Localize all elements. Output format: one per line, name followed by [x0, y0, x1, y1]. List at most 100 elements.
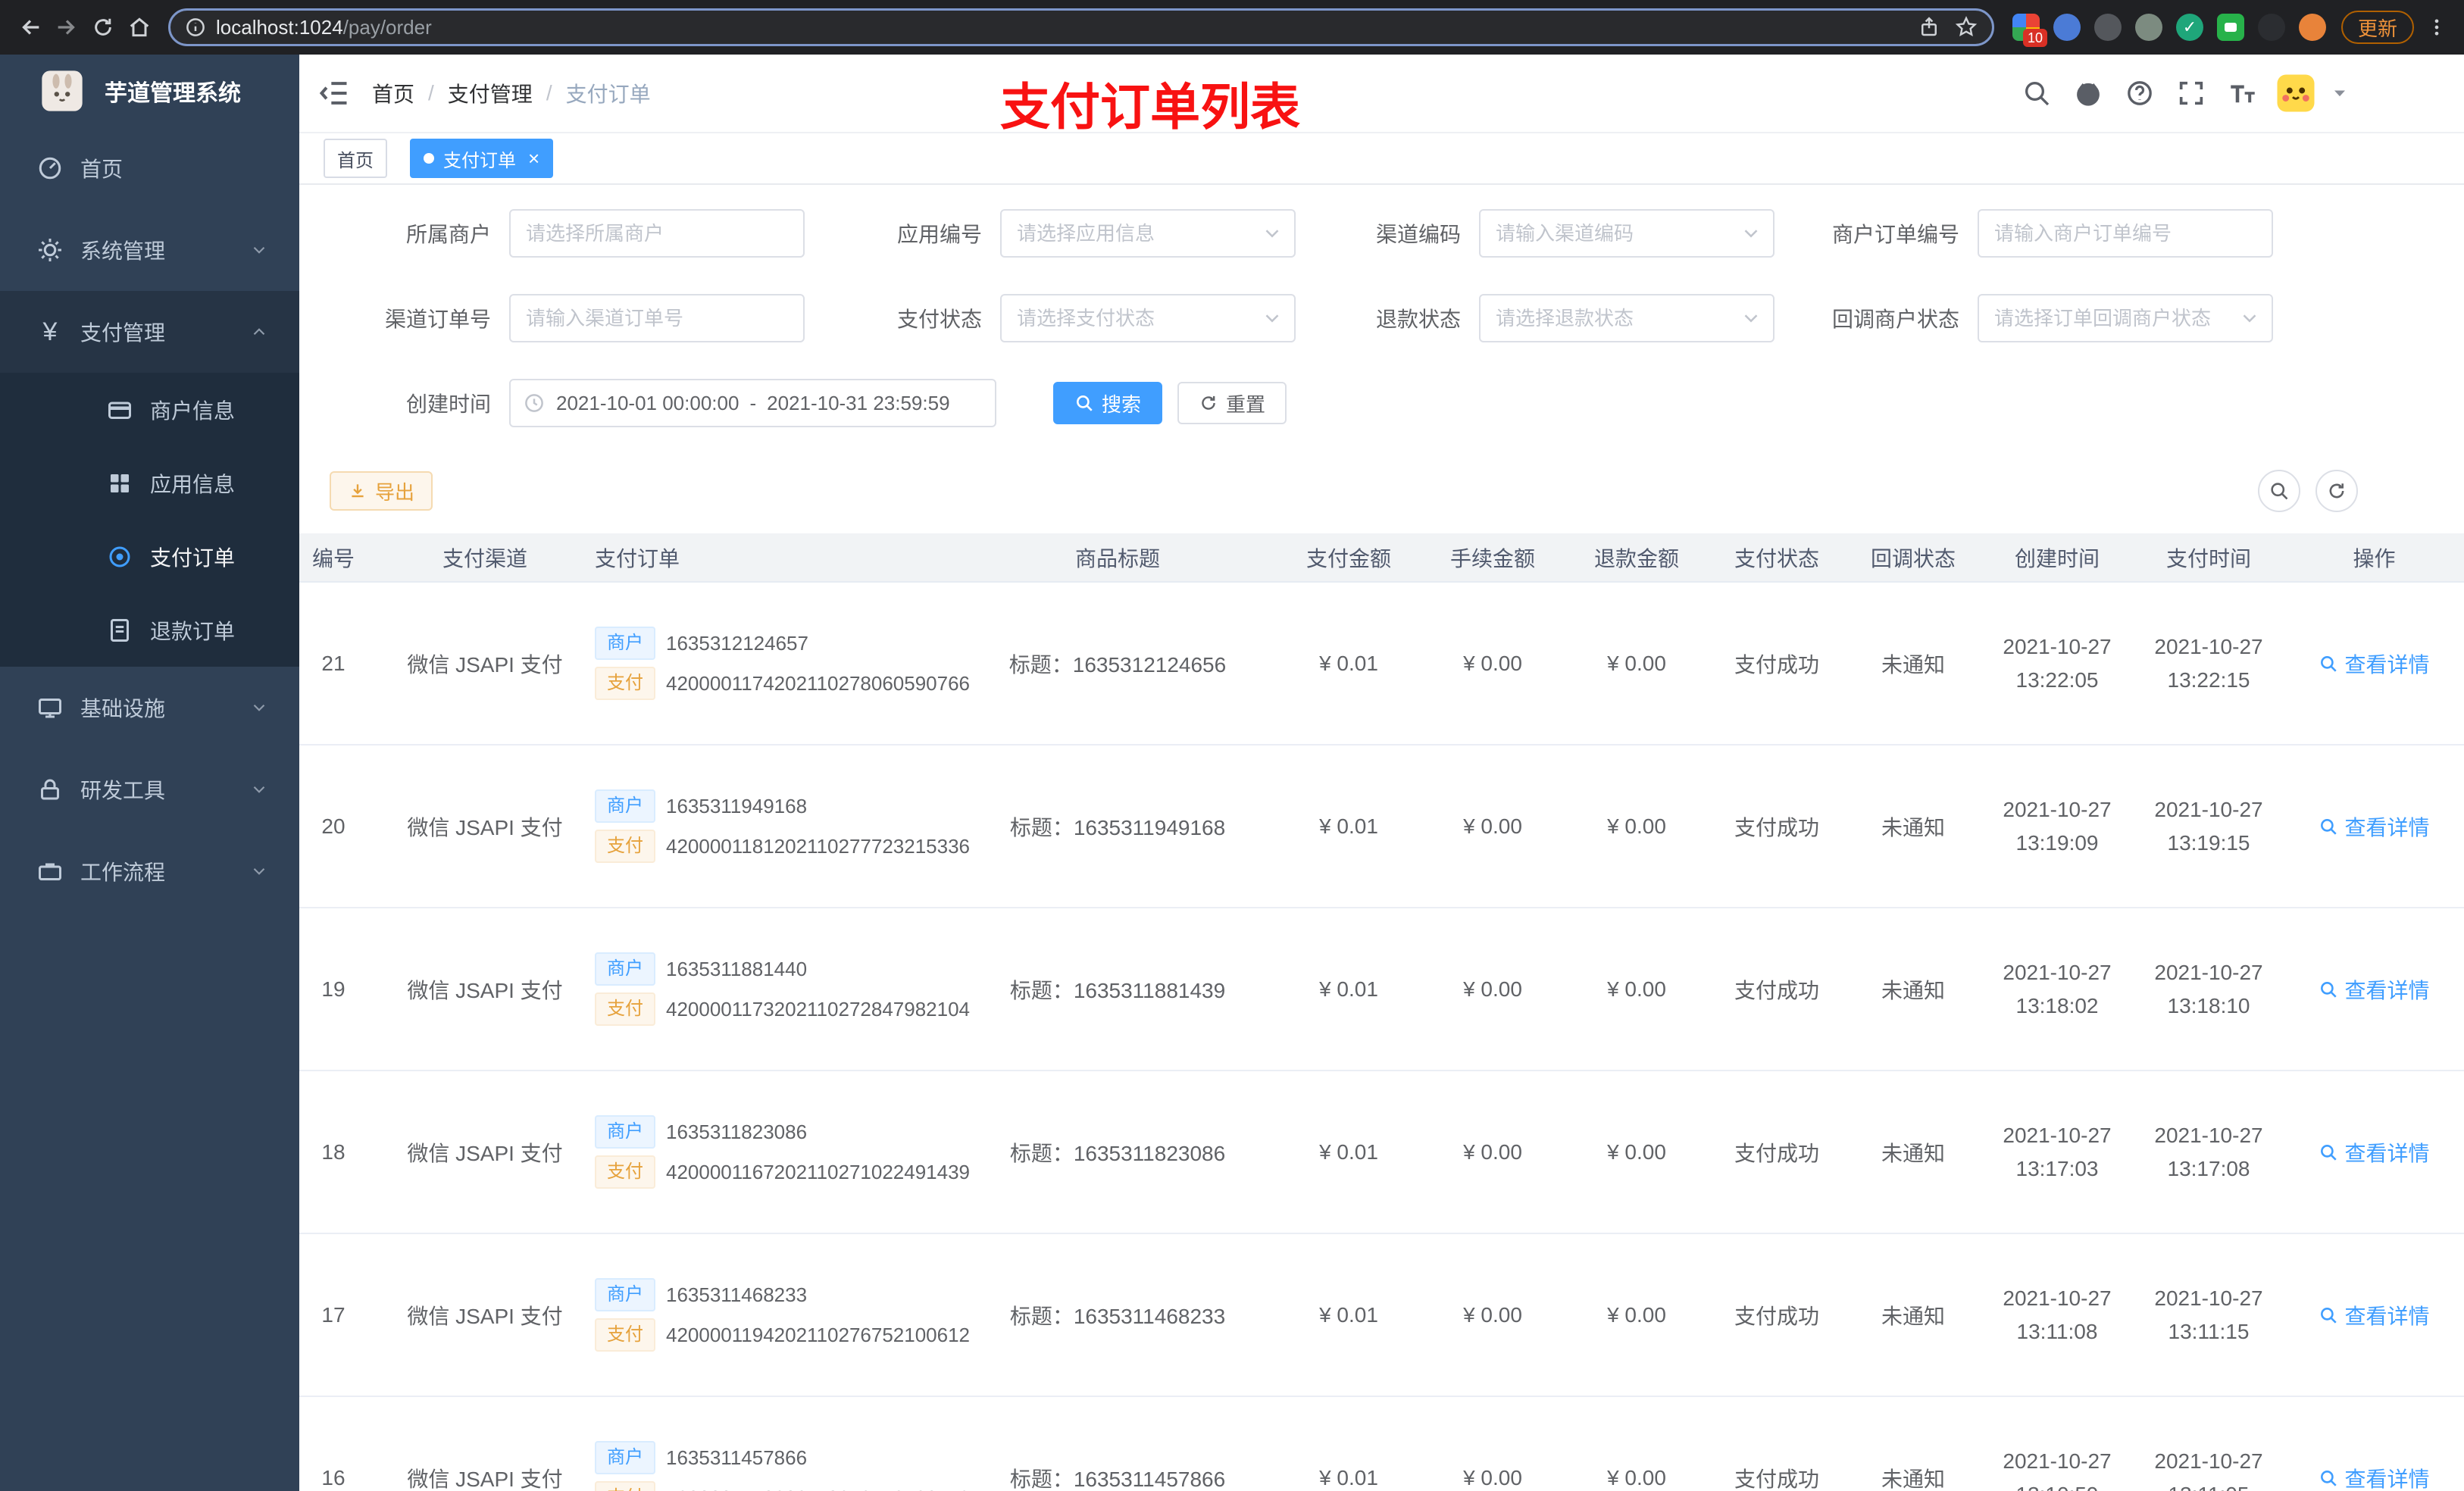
- chevron-down-icon: [253, 786, 265, 793]
- tab-home[interactable]: 首页: [324, 139, 387, 178]
- extension-icon[interactable]: [2298, 14, 2326, 41]
- app-select[interactable]: [1000, 209, 1296, 258]
- sidebar-item-dev-tools[interactable]: 研发工具: [0, 749, 299, 830]
- merchant-input[interactable]: [509, 209, 805, 258]
- collapse-sidebar-icon[interactable]: [317, 77, 351, 110]
- browser-forward-button[interactable]: [48, 9, 85, 45]
- pay-tag: 支付: [595, 1318, 655, 1352]
- close-tab-icon[interactable]: ×: [528, 148, 539, 168]
- channel-order-no-input[interactable]: [509, 294, 805, 342]
- col-header-fee: 手续金额: [1421, 533, 1565, 583]
- refresh-icon: [1202, 395, 1215, 410]
- merchant-order-no: 1635312124657: [666, 631, 808, 655]
- chevron-down-icon: [253, 246, 265, 254]
- create-time: 2021-10-27 13:17:03: [1981, 1071, 2133, 1234]
- extension-icon[interactable]: 10: [2012, 14, 2047, 47]
- export-button[interactable]: 导出: [330, 471, 433, 511]
- merchant-order-no: 1635311468233: [666, 1283, 808, 1306]
- extension-icon[interactable]: [2257, 14, 2285, 41]
- help-icon[interactable]: [2120, 73, 2159, 113]
- app-logo[interactable]: 芋道管理系统: [0, 55, 299, 127]
- view-detail-link[interactable]: 查看详情: [2319, 649, 2430, 679]
- col-header-status: 支付状态: [1709, 533, 1845, 583]
- chevron-up-icon: [253, 328, 265, 336]
- filter-label-merchant-order-no: 商户订单编号: [1831, 223, 1959, 246]
- refund-amount: ¥ 0.00: [1565, 1071, 1709, 1234]
- target-icon: [109, 546, 130, 567]
- view-detail-link[interactable]: 查看详情: [2319, 974, 2430, 1005]
- user-avatar[interactable]: [2275, 72, 2317, 114]
- browser-reload-button[interactable]: [85, 9, 121, 45]
- pay-status-select[interactable]: [1000, 294, 1296, 342]
- breadcrumb-home[interactable]: 首页: [372, 78, 414, 108]
- share-icon[interactable]: [1918, 16, 1940, 39]
- sidebar-item-payment[interactable]: ¥ 支付管理: [0, 291, 299, 373]
- merchant-tag: 商户: [595, 627, 655, 660]
- extension-icon[interactable]: ✓: [2175, 14, 2203, 41]
- pay-tag: 支付: [595, 667, 655, 700]
- sidebar-item-app-info[interactable]: 应用信息: [0, 446, 299, 520]
- merchant-tag: 商户: [595, 789, 655, 823]
- search-icon[interactable]: [2017, 73, 2056, 113]
- product-title: 标题：1635311949168: [958, 745, 1277, 908]
- github-icon[interactable]: [2068, 73, 2108, 113]
- briefcase-icon: [39, 863, 61, 880]
- sidebar-item-pay-order[interactable]: 支付订单: [0, 520, 299, 593]
- refund-status-select[interactable]: [1479, 294, 1775, 342]
- fullscreen-icon[interactable]: [2172, 73, 2211, 113]
- breadcrumb-pay[interactable]: 支付管理: [448, 78, 533, 108]
- pay-order-cell: 商户 1635311457866 支付 4200001159202110273152…: [580, 1396, 970, 1491]
- refund-amount: ¥ 0.00: [1565, 1396, 1709, 1491]
- pay-order-cell: 商户 1635311823086 支付 4200001167202110271022…: [580, 1071, 970, 1234]
- logo-image: [42, 70, 83, 111]
- order-id: 20: [299, 745, 390, 908]
- sidebar-item-merchant-info[interactable]: 商户信息: [0, 373, 299, 446]
- sidebar-item-home[interactable]: 首页: [0, 127, 299, 209]
- search-button[interactable]: 搜索: [1053, 382, 1163, 424]
- chevron-down-icon[interactable]: [2329, 83, 2350, 104]
- browser-update-button[interactable]: 更新: [2340, 11, 2414, 44]
- bookmark-star-icon[interactable]: [1954, 15, 1978, 39]
- channel-code-select[interactable]: [1479, 209, 1775, 258]
- reset-button[interactable]: 重置: [1177, 382, 1287, 424]
- sidebar-item-infra[interactable]: 基础设施: [0, 667, 299, 749]
- create-time-range-picker[interactable]: 2021-10-01 00:00:00 - 2021-10-31 23:59:5…: [509, 379, 996, 427]
- extension-icon[interactable]: [2053, 14, 2081, 41]
- breadcrumb: 首页 / 支付管理 / 支付订单: [372, 78, 651, 108]
- pay-status: 支付成功: [1709, 582, 1845, 746]
- browser-toolbar: localhost:1024/pay/order 10 ✓ 更新: [0, 0, 2464, 55]
- sidebar-item-workflow[interactable]: 工作流程: [0, 830, 299, 912]
- browser-back-button[interactable]: [12, 9, 48, 45]
- sidebar-item-system[interactable]: 系统管理: [0, 209, 299, 291]
- tab-pay-order[interactable]: 支付订单 ×: [410, 139, 554, 178]
- pay-order-cell: 商户 1635312124657 支付 4200001174202110278060…: [580, 582, 970, 746]
- view-detail-link[interactable]: 查看详情: [2319, 1463, 2430, 1491]
- pay-channel: 微信 JSAPI 支付: [390, 1396, 580, 1491]
- search-icon: [2321, 818, 2337, 835]
- site-info-icon[interactable]: [184, 16, 207, 39]
- col-header-pay-time: 支付时间: [2133, 533, 2284, 583]
- toggle-search-button[interactable]: [2258, 470, 2300, 512]
- extension-icon[interactable]: [2216, 14, 2244, 41]
- pay-time: 2021-10-27 13:17:08: [2133, 1071, 2284, 1234]
- merchant-tag: 商户: [595, 1278, 655, 1311]
- browser-menu-icon[interactable]: [2422, 9, 2452, 45]
- pay-time: 2021-10-27 13:18:10: [2133, 908, 2284, 1071]
- filter-label-create-time: 创建时间: [405, 392, 491, 416]
- sidebar-item-refund-order[interactable]: 退款订单: [0, 593, 299, 667]
- pay-amount: ¥ 0.01: [1277, 1071, 1421, 1234]
- browser-home-button[interactable]: [121, 9, 158, 45]
- refresh-table-button[interactable]: [2315, 470, 2358, 512]
- address-bar[interactable]: localhost:1024/pay/order: [168, 8, 1994, 46]
- font-size-icon[interactable]: [2223, 73, 2262, 113]
- filter-label-channel-code: 渠道编码: [1375, 223, 1461, 246]
- merchant-order-no-input[interactable]: [1978, 209, 2273, 258]
- view-detail-link[interactable]: 查看详情: [2319, 1300, 2430, 1330]
- view-detail-link[interactable]: 查看详情: [2319, 811, 2430, 842]
- notify-status-select[interactable]: [1978, 294, 2273, 342]
- view-detail-link[interactable]: 查看详情: [2319, 1137, 2430, 1167]
- col-header-id: 编号: [299, 533, 390, 583]
- extension-icon[interactable]: [2093, 14, 2122, 41]
- extension-icon[interactable]: [2134, 14, 2162, 41]
- date-end: 2021-10-31 23:59:59: [767, 391, 950, 414]
